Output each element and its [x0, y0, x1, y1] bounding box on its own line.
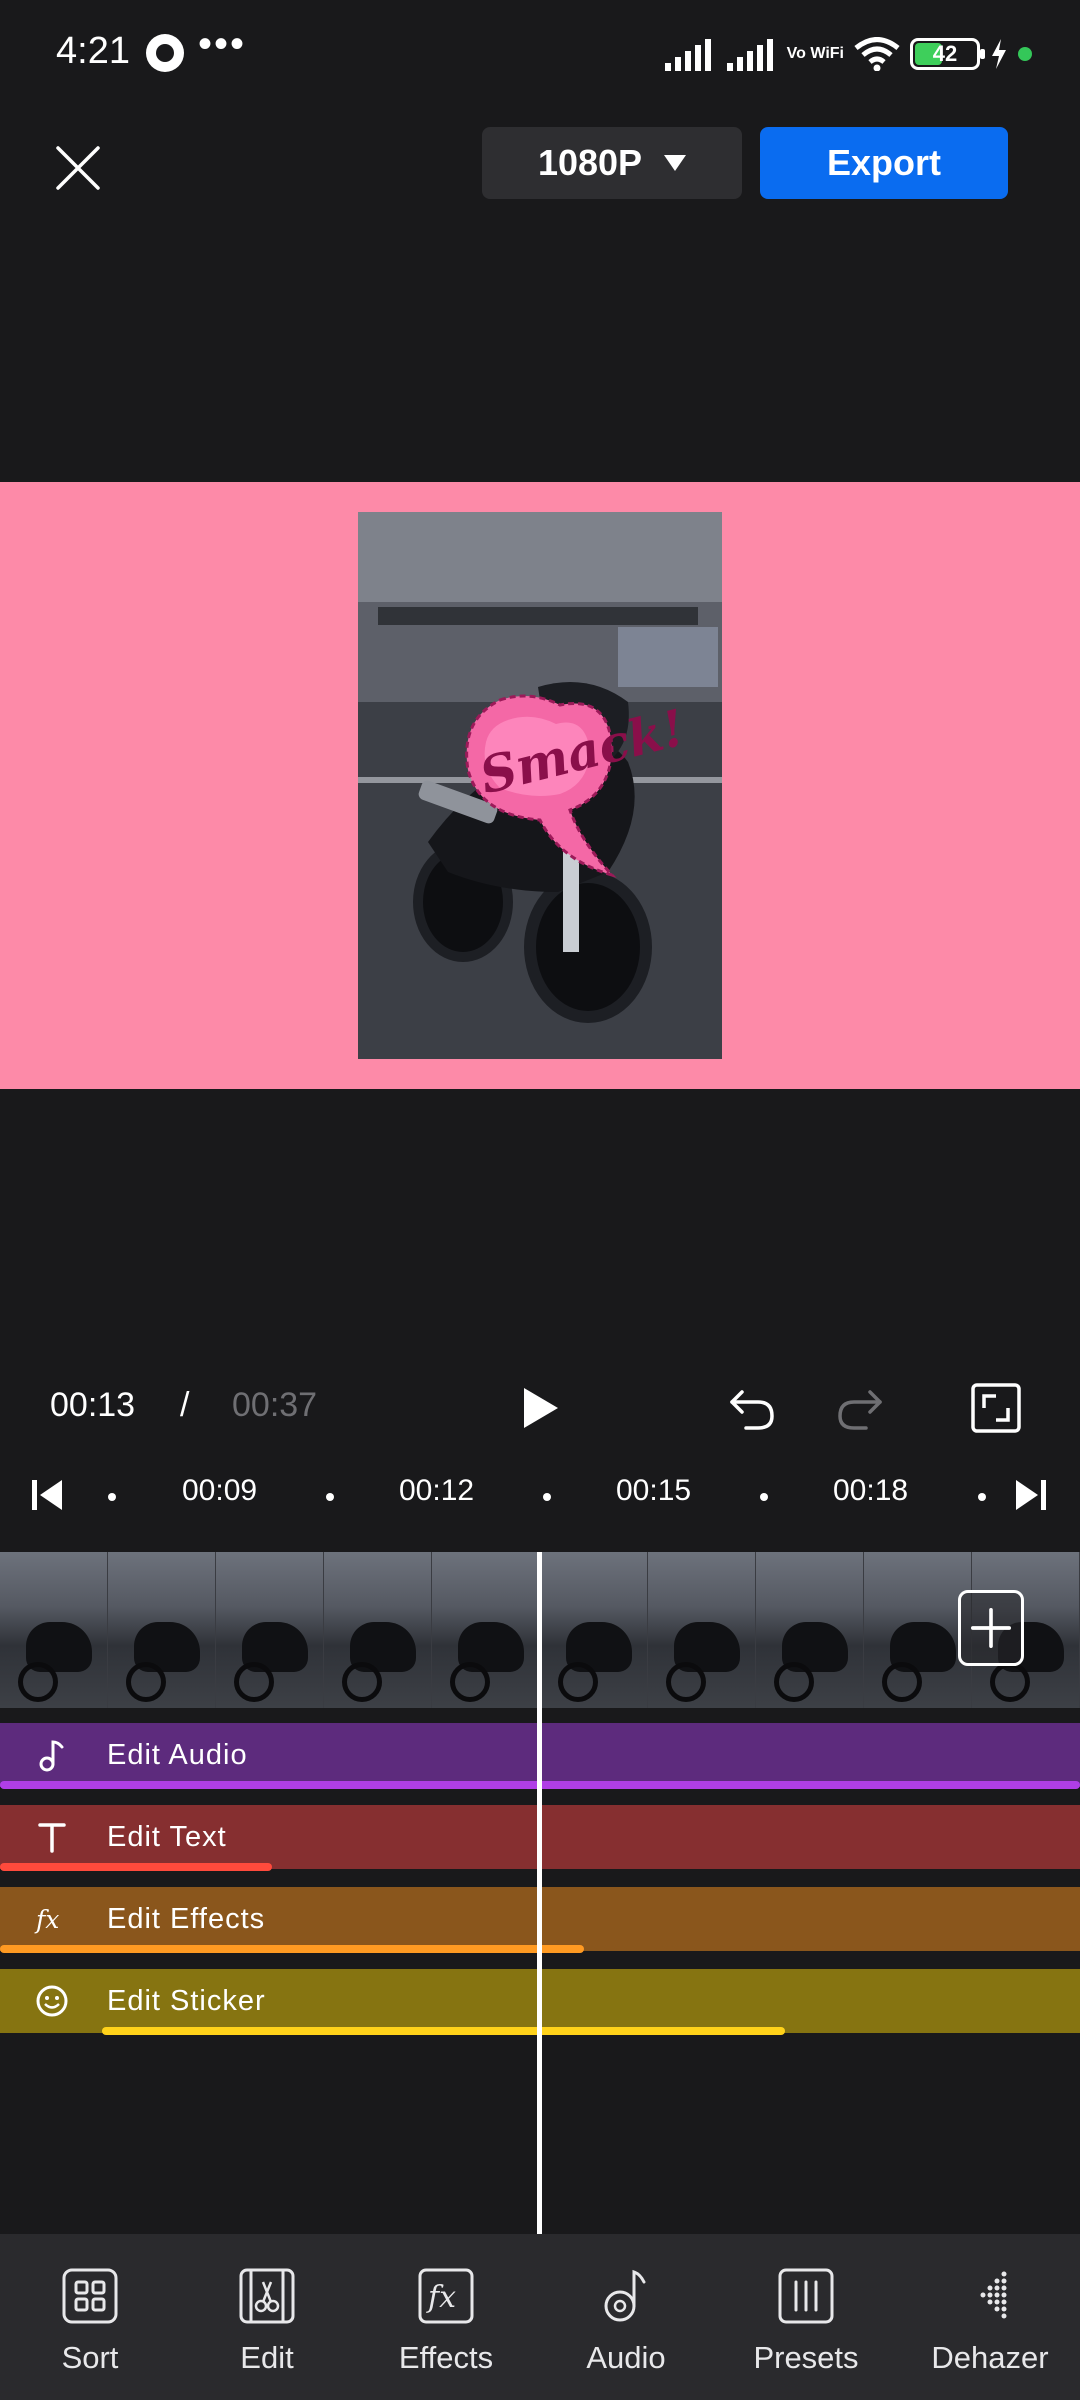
time-separator: /: [180, 1386, 190, 1424]
playhead[interactable]: [537, 1552, 542, 2234]
undo-icon[interactable]: [726, 1384, 778, 1432]
nav-audio[interactable]: Audio: [536, 2234, 716, 2400]
ruler-dot: [978, 1493, 986, 1501]
nav-dehazer[interactable]: Dehazer: [900, 2234, 1080, 2400]
ruler-tick-label: 00:18: [833, 1474, 909, 1507]
total-duration: 00:37: [232, 1386, 318, 1424]
resolution-dropdown[interactable]: 1080P: [482, 127, 742, 199]
export-button[interactable]: Export: [760, 127, 1008, 199]
add-clip-icon[interactable]: [958, 1590, 1024, 1666]
vowifi-label: Vo WiFi: [786, 45, 844, 62]
text-icon: [38, 1823, 66, 1853]
signal-icon-2: [726, 39, 773, 71]
play-icon[interactable]: [516, 1384, 564, 1432]
ruler-tick-label: 00:12: [399, 1474, 475, 1507]
ruler-dot: [543, 1493, 551, 1501]
presets-icon: [778, 2268, 834, 2324]
nav-effects[interactable]: fx Effects: [356, 2234, 536, 2400]
app-notification-icon: [146, 34, 184, 72]
resolution-value: 1080P: [537, 142, 643, 183]
battery-icon: 42: [910, 38, 985, 70]
ruler-dot: [760, 1493, 768, 1501]
clip-frame: [324, 1552, 432, 1708]
more-notifications-icon: •••: [198, 22, 247, 66]
fx-icon: fx: [418, 2268, 474, 2324]
redo-icon[interactable]: [834, 1384, 886, 1432]
bottom-toolbar: Sort Edit fx Effects Audio Presets Dehaz…: [0, 2234, 1080, 2400]
skip-to-end-icon[interactable]: [1014, 1478, 1048, 1512]
status-time: 4:21: [56, 30, 130, 72]
nav-edit-label: Edit: [240, 2340, 294, 2375]
clip-frame: [648, 1552, 756, 1708]
sort-icon: [62, 2268, 118, 2324]
track-text-label: Edit Text: [107, 1821, 227, 1853]
nav-presets[interactable]: Presets: [716, 2234, 896, 2400]
track-audio-label: Edit Audio: [107, 1739, 248, 1771]
music-note-icon: [39, 1740, 64, 1772]
track-effects-label: Edit Effects: [107, 1903, 266, 1935]
wifi-icon: [854, 37, 900, 71]
clip-frame: [432, 1552, 540, 1708]
ruler-tick-label: 00:09: [182, 1474, 258, 1507]
clip-frame: [756, 1552, 864, 1708]
signal-icon: [664, 39, 711, 71]
nav-effects-label: Effects: [398, 2340, 494, 2375]
sticker-segment-bar[interactable]: [102, 2027, 785, 2035]
nav-sort[interactable]: Sort: [0, 2234, 180, 2400]
nav-dehazer-label: Dehazer: [931, 2340, 1049, 2375]
close-icon[interactable]: [50, 140, 106, 196]
status-bar: 4:21 ••• Vo WiFi 42: [0, 0, 1080, 110]
clip-frame: [216, 1552, 324, 1708]
track-sticker-label: Edit Sticker: [107, 1985, 266, 2017]
text-segment-bar[interactable]: [0, 1863, 272, 1871]
ruler-dot: [326, 1493, 334, 1501]
clip-frame: [540, 1552, 648, 1708]
nav-sort-label: Sort: [61, 2340, 119, 2375]
current-time: 00:13: [50, 1386, 136, 1424]
nav-edit[interactable]: Edit: [177, 2234, 357, 2400]
smiley-icon: [36, 1985, 68, 2017]
dehazer-icon: [980, 2271, 1007, 2319]
effects-segment-bar[interactable]: [0, 1945, 584, 1953]
clip-frame: [864, 1552, 972, 1708]
nav-audio-label: Audio: [586, 2340, 666, 2375]
ruler-dot: [108, 1493, 116, 1501]
charging-icon: [992, 39, 1006, 69]
battery-level: 42: [932, 41, 958, 66]
privacy-indicator-icon: [1018, 47, 1032, 61]
music-note-icon: [604, 2269, 646, 2322]
fullscreen-icon[interactable]: [970, 1382, 1022, 1434]
svg-text:fx: fx: [34, 1905, 59, 1934]
ruler-tick-label: 00:15: [616, 1474, 692, 1507]
svg-text:fx: fx: [426, 2280, 456, 2315]
chevron-down-icon: [664, 155, 687, 171]
clip-frame: [108, 1552, 216, 1708]
clip-frame: [0, 1552, 108, 1708]
skip-to-start-icon[interactable]: [30, 1478, 64, 1512]
scissors-film-icon: [239, 2268, 295, 2324]
nav-presets-label: Presets: [753, 2340, 859, 2375]
fx-icon: fx: [34, 1905, 59, 1934]
status-indicators: Vo WiFi 42: [663, 32, 1032, 76]
